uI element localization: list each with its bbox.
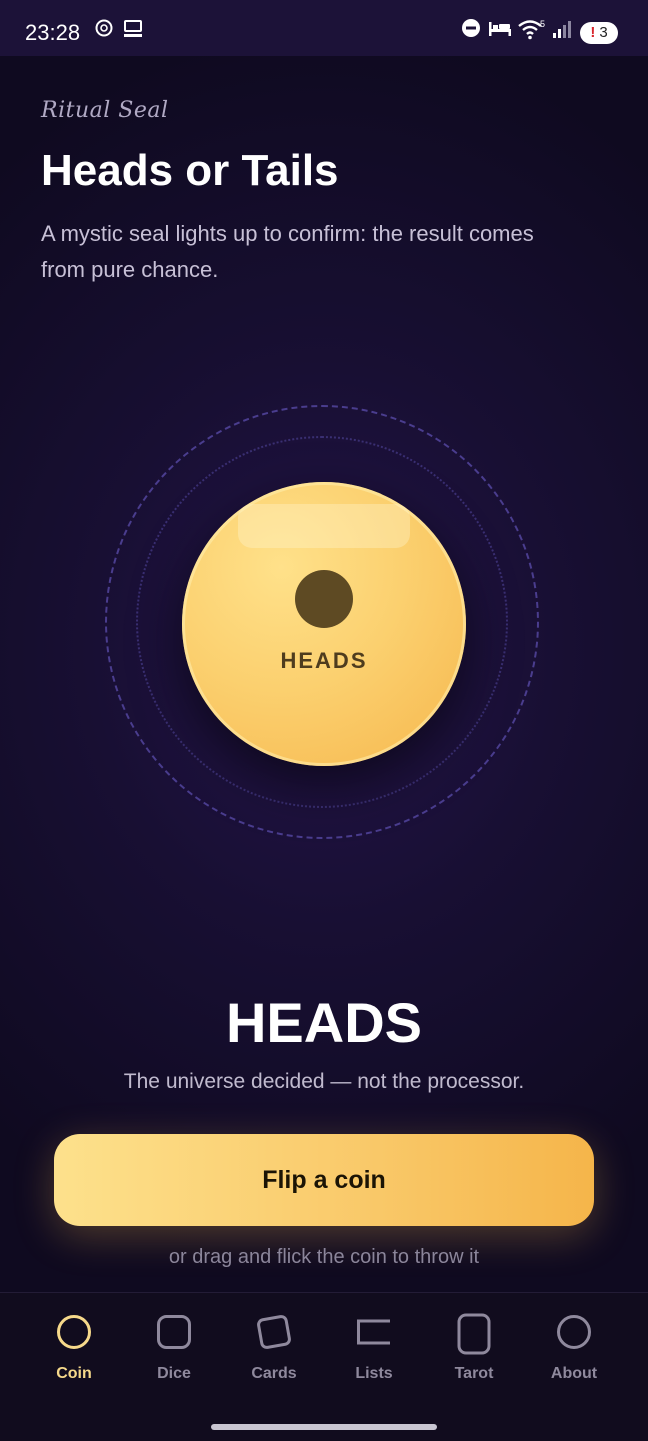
wifi-icon: 5: [517, 18, 547, 45]
notification-count: 3: [599, 24, 608, 41]
page-subtitle: A mystic seal lights up to confirm: the …: [41, 221, 534, 282]
page-title: Heads or Tails: [41, 146, 339, 195]
nav-item-dice[interactable]: Dice: [124, 1313, 224, 1383]
nav-item-coin[interactable]: Coin: [24, 1313, 124, 1383]
coin-face-label: HEADS: [280, 648, 368, 673]
rounded-square-icon: [157, 1315, 191, 1349]
drag-hint: or drag and flick the coin to throw it: [168, 1246, 480, 1268]
status-bar: 23:28 5 ! 3: [0, 0, 648, 56]
circle-icon: [57, 1315, 91, 1349]
result-caption: The universe decided — not the processor…: [123, 1070, 525, 1093]
wifi-badge: 5: [540, 19, 545, 29]
coin-shine: [238, 504, 410, 548]
signal-icon: [551, 18, 573, 45]
desktop-icon: [122, 18, 144, 45]
openai-icon: [94, 18, 114, 43]
coin[interactable]: HEADS: [182, 482, 466, 766]
home-indicator[interactable]: [211, 1424, 437, 1430]
nav-item-tarot[interactable]: Tarot: [424, 1313, 524, 1383]
tilted-card-icon: [257, 1315, 291, 1349]
result-value: HEADS: [225, 991, 423, 1054]
nav-label-tarot: Tarot: [454, 1365, 494, 1382]
nav-label-about: About: [550, 1365, 598, 1382]
bed-icon: [488, 18, 512, 43]
nav-label-dice: Dice: [157, 1365, 191, 1382]
nav-label-cards: Cards: [251, 1365, 297, 1382]
status-time: 23:28: [25, 20, 81, 45]
bottom-navigation: Coin Dice Cards Lists Tarot About: [0, 1292, 648, 1441]
tall-card-icon: [457, 1313, 491, 1355]
coin-seal-dot: [295, 570, 353, 628]
flip-coin-button[interactable]: Flip a coin: [54, 1134, 594, 1226]
eyebrow-label: Ritual Seal: [41, 98, 169, 123]
notification-badge: ! 3: [580, 22, 618, 44]
nav-item-lists[interactable]: Lists: [324, 1313, 424, 1383]
nav-label-coin: Coin: [56, 1365, 92, 1382]
nav-item-about[interactable]: About: [524, 1313, 624, 1383]
nav-label-lists: Lists: [355, 1365, 393, 1382]
circle-icon: [557, 1315, 591, 1349]
nav-item-cards[interactable]: Cards: [224, 1313, 324, 1383]
alert-icon: !: [590, 24, 596, 41]
do-not-disturb-icon: [461, 18, 481, 43]
list-bracket-icon: [357, 1319, 390, 1345]
